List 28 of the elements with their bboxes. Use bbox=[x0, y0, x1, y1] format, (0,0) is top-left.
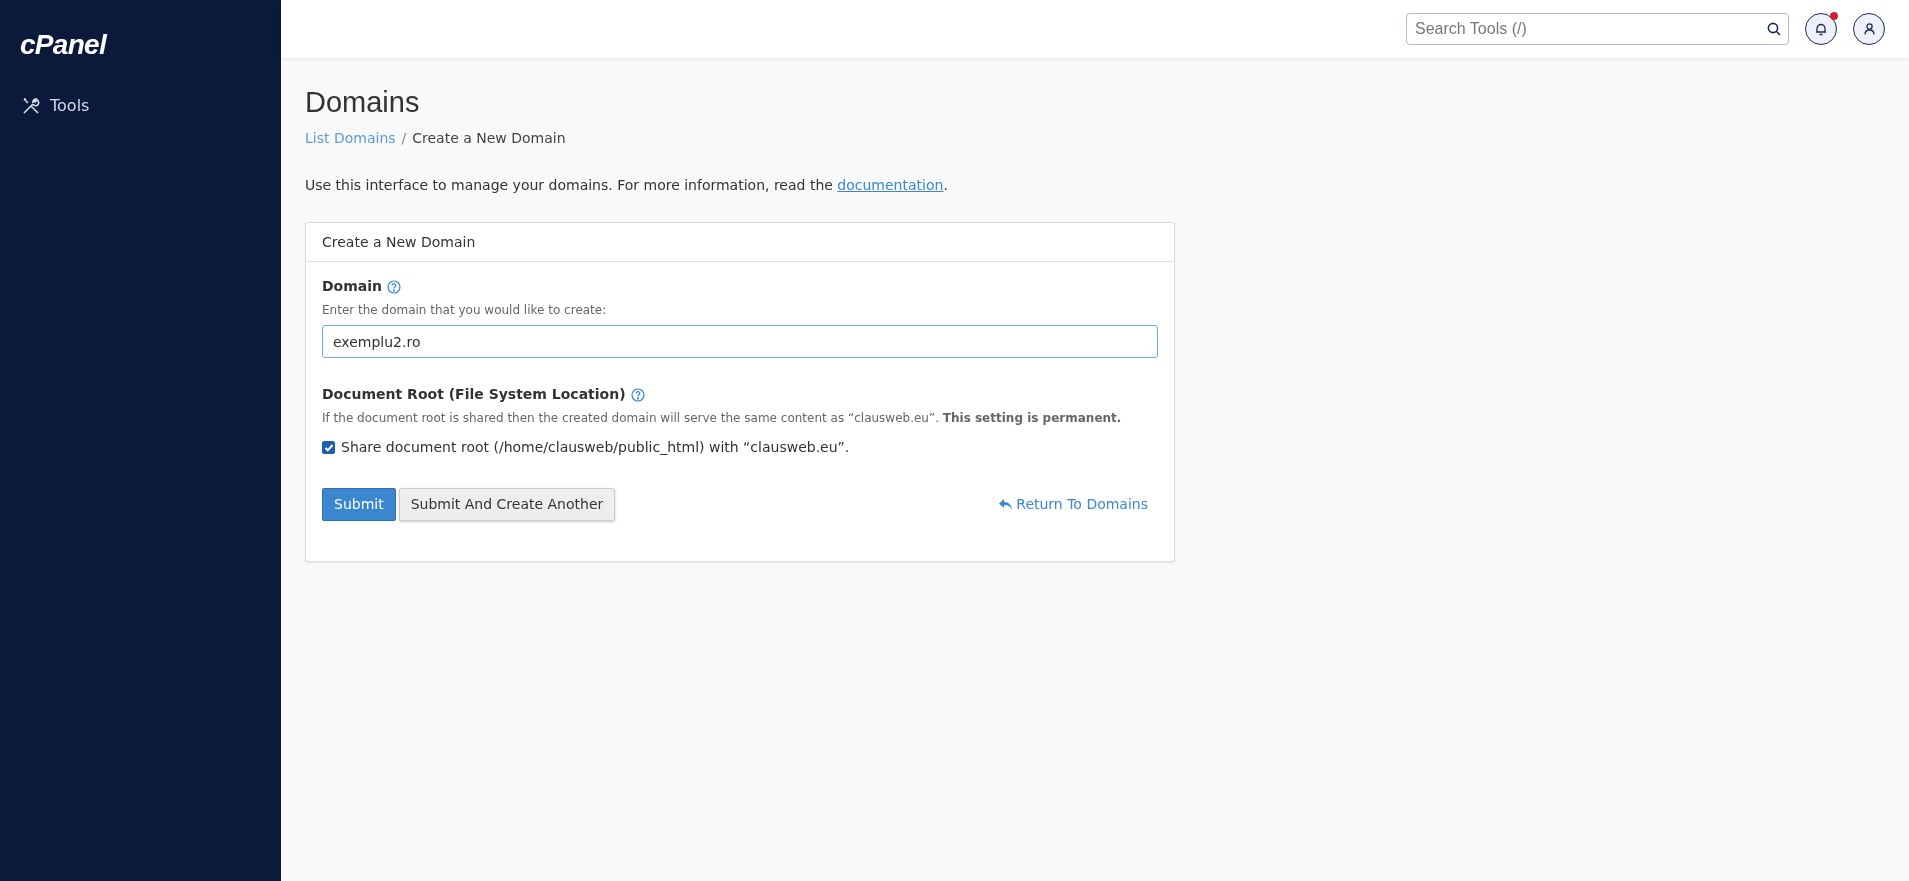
checkbox[interactable] bbox=[322, 441, 335, 454]
page-title: Domains bbox=[305, 85, 421, 120]
help-icon[interactable] bbox=[387, 279, 402, 294]
bell-icon bbox=[1815, 22, 1827, 36]
user-menu-button[interactable] bbox=[1853, 13, 1885, 45]
search-icon bbox=[1767, 22, 1781, 36]
help-icon[interactable] bbox=[630, 387, 645, 402]
field-hint: Enter the domain that you would like to create: bbox=[322, 302, 608, 319]
breadcrumb-separator: / bbox=[401, 129, 407, 148]
checkbox-label: Share document root (/home/clausweb/public_html) with “clausweb.eu”. bbox=[341, 438, 850, 457]
documentation-link[interactable]: documentation bbox=[837, 177, 944, 193]
submit-and-create-another-button[interactable]: Submit And Create Another bbox=[398, 488, 616, 521]
card-title: Create a New Domain bbox=[322, 232, 476, 252]
field-label: Domain bbox=[322, 277, 383, 296]
intro-text: Use this interface to manage your domains. For more information, read the documentation. bbox=[305, 176, 949, 195]
search-field[interactable]: Search Tools (/) bbox=[1406, 13, 1789, 45]
domain-input[interactable]: exemplu2.ro bbox=[322, 325, 1158, 358]
sidebar-item[interactable]: Tools bbox=[0, 88, 281, 124]
field-label: Document Root (File System Location) bbox=[322, 385, 626, 404]
breadcrumb-current: Create a New Domain bbox=[412, 129, 566, 148]
user-icon bbox=[1863, 23, 1875, 35]
submit-button[interactable]: Submit bbox=[322, 488, 396, 521]
tools-icon bbox=[22, 97, 40, 115]
notifications-button[interactable] bbox=[1805, 13, 1837, 45]
reply-arrow-icon bbox=[999, 499, 1013, 510]
cpanel-logo[interactable]: cPanel bbox=[20, 29, 107, 60]
return-link[interactable]: Return To Domains bbox=[999, 494, 1148, 515]
field-hint: If the document root is shared then the created domain will serve the same content as “clausweb.eu”. This setting is permanent. bbox=[322, 410, 1123, 427]
